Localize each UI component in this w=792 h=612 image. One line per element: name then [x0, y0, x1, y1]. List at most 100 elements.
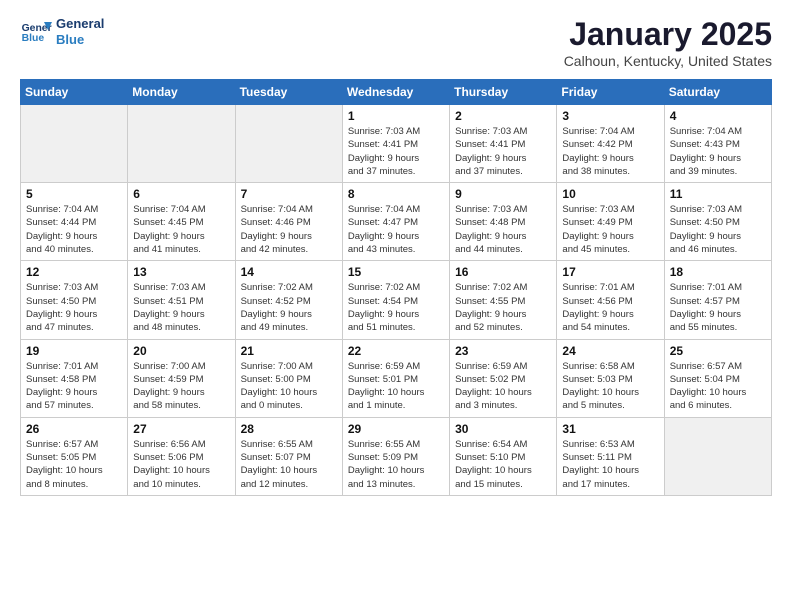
day-info: Sunrise: 6:59 AM Sunset: 5:01 PM Dayligh… — [348, 360, 444, 413]
day-number: 15 — [348, 265, 444, 279]
calendar-cell: 26 Sunrise: 6:57 AM Sunset: 5:05 PM Dayli… — [21, 417, 128, 495]
calendar-cell — [235, 105, 342, 183]
calendar-cell: 9Sunrise: 7:03 AM Sunset: 4:48 PM Daylig… — [450, 183, 557, 261]
header-wednesday: Wednesday — [342, 80, 449, 105]
day-info: Sunrise: 6:58 AM Sunset: 5:03 PM Dayligh… — [562, 360, 658, 413]
day-number: 16 — [455, 265, 551, 279]
calendar-cell: 21 Sunrise: 7:00 AM Sunset: 5:00 PM Dayli… — [235, 339, 342, 417]
day-number: 24 — [562, 344, 658, 358]
calendar-cell: 1 Sunrise: 7:03 AM Sunset: 4:41 PM Daylig… — [342, 105, 449, 183]
day-info: Sunrise: 6:56 AM Sunset: 5:06 PM Dayligh… — [133, 438, 229, 491]
calendar-cell: 28 Sunrise: 6:55 AM Sunset: 5:07 PM Dayli… — [235, 417, 342, 495]
calendar-cell: 11Sunrise: 7:03 AM Sunset: 4:50 PM Dayli… — [664, 183, 771, 261]
calendar-cell: 19Sunrise: 7:01 AM Sunset: 4:58 PM Dayli… — [21, 339, 128, 417]
calendar-cell: 24 Sunrise: 6:58 AM Sunset: 5:03 PM Dayli… — [557, 339, 664, 417]
day-info: Sunrise: 7:04 AM Sunset: 4:46 PM Dayligh… — [241, 203, 337, 256]
day-number: 10 — [562, 187, 658, 201]
day-info: Sunrise: 7:02 AM Sunset: 4:52 PM Dayligh… — [241, 281, 337, 334]
day-info: Sunrise: 7:03 AM Sunset: 4:50 PM Dayligh… — [670, 203, 766, 256]
title-block: January 2025 Calhoun, Kentucky, United S… — [564, 16, 772, 69]
day-info: Sunrise: 7:04 AM Sunset: 4:47 PM Dayligh… — [348, 203, 444, 256]
header-thursday: Thursday — [450, 80, 557, 105]
day-info: Sunrise: 6:55 AM Sunset: 5:07 PM Dayligh… — [241, 438, 337, 491]
svg-text:Blue: Blue — [22, 33, 45, 44]
day-number: 31 — [562, 422, 658, 436]
day-number: 28 — [241, 422, 337, 436]
header: General Blue General Blue January 2025 C… — [20, 16, 772, 69]
day-number: 7 — [241, 187, 337, 201]
day-info: Sunrise: 6:54 AM Sunset: 5:10 PM Dayligh… — [455, 438, 551, 491]
day-number: 17 — [562, 265, 658, 279]
header-monday: Monday — [128, 80, 235, 105]
day-number: 14 — [241, 265, 337, 279]
page: General Blue General Blue January 2025 C… — [0, 0, 792, 612]
calendar-cell: 13Sunrise: 7:03 AM Sunset: 4:51 PM Dayli… — [128, 261, 235, 339]
day-info: Sunrise: 7:04 AM Sunset: 4:43 PM Dayligh… — [670, 125, 766, 178]
calendar-cell: 14 Sunrise: 7:02 AM Sunset: 4:52 PM Dayli… — [235, 261, 342, 339]
calendar-week-row: 5 Sunrise: 7:04 AM Sunset: 4:44 PM Daylig… — [21, 183, 772, 261]
day-number: 29 — [348, 422, 444, 436]
month-title: January 2025 — [564, 16, 772, 53]
header-friday: Friday — [557, 80, 664, 105]
day-number: 5 — [26, 187, 122, 201]
calendar-cell: 5 Sunrise: 7:04 AM Sunset: 4:44 PM Daylig… — [21, 183, 128, 261]
day-info: Sunrise: 7:03 AM Sunset: 4:41 PM Dayligh… — [348, 125, 444, 178]
day-number: 8 — [348, 187, 444, 201]
day-number: 26 — [26, 422, 122, 436]
calendar-cell: 4 Sunrise: 7:04 AM Sunset: 4:43 PM Daylig… — [664, 105, 771, 183]
day-number: 22 — [348, 344, 444, 358]
location-title: Calhoun, Kentucky, United States — [564, 53, 772, 69]
day-info: Sunrise: 6:59 AM Sunset: 5:02 PM Dayligh… — [455, 360, 551, 413]
day-number: 21 — [241, 344, 337, 358]
header-saturday: Saturday — [664, 80, 771, 105]
day-number: 1 — [348, 109, 444, 123]
day-number: 6 — [133, 187, 229, 201]
calendar-cell: 3 Sunrise: 7:04 AM Sunset: 4:42 PM Daylig… — [557, 105, 664, 183]
logo-text-blue: Blue — [56, 32, 104, 48]
day-info: Sunrise: 7:01 AM Sunset: 4:56 PM Dayligh… — [562, 281, 658, 334]
header-tuesday: Tuesday — [235, 80, 342, 105]
day-number: 4 — [670, 109, 766, 123]
day-info: Sunrise: 7:00 AM Sunset: 5:00 PM Dayligh… — [241, 360, 337, 413]
day-info: Sunrise: 7:03 AM Sunset: 4:50 PM Dayligh… — [26, 281, 122, 334]
day-number: 25 — [670, 344, 766, 358]
day-info: Sunrise: 7:03 AM Sunset: 4:49 PM Dayligh… — [562, 203, 658, 256]
day-info: Sunrise: 7:03 AM Sunset: 4:51 PM Dayligh… — [133, 281, 229, 334]
day-number: 12 — [26, 265, 122, 279]
weekday-header-row: Sunday Monday Tuesday Wednesday Thursday… — [21, 80, 772, 105]
calendar-cell: 22 Sunrise: 6:59 AM Sunset: 5:01 PM Dayli… — [342, 339, 449, 417]
logo: General Blue General Blue — [20, 16, 104, 47]
calendar-cell: 27Sunrise: 6:56 AM Sunset: 5:06 PM Dayli… — [128, 417, 235, 495]
calendar-cell: 23Sunrise: 6:59 AM Sunset: 5:02 PM Dayli… — [450, 339, 557, 417]
day-number: 3 — [562, 109, 658, 123]
calendar-cell — [21, 105, 128, 183]
logo-text-general: General — [56, 16, 104, 32]
day-info: Sunrise: 6:53 AM Sunset: 5:11 PM Dayligh… — [562, 438, 658, 491]
day-info: Sunrise: 7:02 AM Sunset: 4:54 PM Dayligh… — [348, 281, 444, 334]
day-info: Sunrise: 6:57 AM Sunset: 5:05 PM Dayligh… — [26, 438, 122, 491]
calendar-cell: 8 Sunrise: 7:04 AM Sunset: 4:47 PM Daylig… — [342, 183, 449, 261]
calendar-week-row: 1 Sunrise: 7:03 AM Sunset: 4:41 PM Daylig… — [21, 105, 772, 183]
calendar-cell: 2Sunrise: 7:03 AM Sunset: 4:41 PM Daylig… — [450, 105, 557, 183]
day-number: 18 — [670, 265, 766, 279]
day-info: Sunrise: 7:01 AM Sunset: 4:58 PM Dayligh… — [26, 360, 122, 413]
calendar-cell — [664, 417, 771, 495]
calendar-cell: 12 Sunrise: 7:03 AM Sunset: 4:50 PM Dayli… — [21, 261, 128, 339]
calendar-table: Sunday Monday Tuesday Wednesday Thursday… — [20, 79, 772, 496]
header-sunday: Sunday — [21, 80, 128, 105]
calendar-cell: 16Sunrise: 7:02 AM Sunset: 4:55 PM Dayli… — [450, 261, 557, 339]
day-info: Sunrise: 6:55 AM Sunset: 5:09 PM Dayligh… — [348, 438, 444, 491]
day-info: Sunrise: 7:04 AM Sunset: 4:44 PM Dayligh… — [26, 203, 122, 256]
calendar-cell: 29 Sunrise: 6:55 AM Sunset: 5:09 PM Dayli… — [342, 417, 449, 495]
calendar-cell: 30 Sunrise: 6:54 AM Sunset: 5:10 PM Dayli… — [450, 417, 557, 495]
calendar-cell: 6 Sunrise: 7:04 AM Sunset: 4:45 PM Daylig… — [128, 183, 235, 261]
day-info: Sunrise: 7:04 AM Sunset: 4:45 PM Dayligh… — [133, 203, 229, 256]
day-info: Sunrise: 6:57 AM Sunset: 5:04 PM Dayligh… — [670, 360, 766, 413]
calendar-cell — [128, 105, 235, 183]
calendar-week-row: 19Sunrise: 7:01 AM Sunset: 4:58 PM Dayli… — [21, 339, 772, 417]
day-number: 30 — [455, 422, 551, 436]
day-info: Sunrise: 7:03 AM Sunset: 4:48 PM Dayligh… — [455, 203, 551, 256]
calendar-cell: 7 Sunrise: 7:04 AM Sunset: 4:46 PM Daylig… — [235, 183, 342, 261]
day-info: Sunrise: 7:04 AM Sunset: 4:42 PM Dayligh… — [562, 125, 658, 178]
day-info: Sunrise: 7:03 AM Sunset: 4:41 PM Dayligh… — [455, 125, 551, 178]
